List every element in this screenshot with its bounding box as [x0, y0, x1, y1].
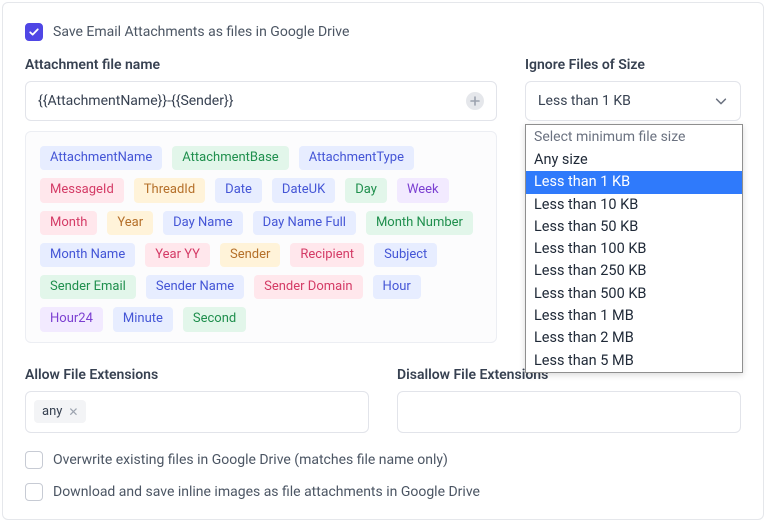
ignore-size-selected: Less than 1 KB — [538, 93, 631, 109]
token-month-number[interactable]: Month Number — [366, 211, 473, 235]
token-hour[interactable]: Hour — [373, 275, 421, 299]
ignore-option[interactable]: Any size — [526, 149, 742, 171]
token-sender[interactable]: Sender — [220, 243, 280, 267]
allow-ext-input[interactable]: any ✕ — [25, 391, 369, 433]
add-token-button[interactable] — [466, 92, 484, 110]
token-attachmentbase[interactable]: AttachmentBase — [172, 146, 288, 170]
ignore-option[interactable]: Less than 1 MB — [526, 305, 742, 327]
token-hour24[interactable]: Hour24 — [40, 307, 103, 331]
inline-images-label: Download and save inline images as file … — [53, 484, 480, 500]
chevron-down-icon — [714, 94, 728, 108]
token-attachmentname[interactable]: AttachmentName — [40, 146, 162, 170]
token-sender-email[interactable]: Sender Email — [40, 275, 136, 299]
token-minute[interactable]: Minute — [113, 307, 173, 331]
token-year[interactable]: Year — [107, 211, 153, 235]
token-day[interactable]: Day — [345, 178, 387, 202]
checkmark-icon — [28, 26, 40, 38]
extensions-row: Allow File Extensions any✕ Disallow File… — [25, 367, 741, 433]
token-date[interactable]: Date — [215, 178, 262, 202]
ignore-option[interactable]: Less than 250 KB — [526, 260, 742, 282]
token-threadid[interactable]: ThreadId — [134, 178, 205, 202]
remove-tag-icon[interactable]: ✕ — [68, 405, 78, 419]
ignore-option[interactable]: Less than 50 KB — [526, 216, 742, 238]
ignore-size-select[interactable]: Less than 1 KB — [525, 81, 741, 121]
token-month[interactable]: Month — [40, 211, 97, 235]
ignore-size-title: Ignore Files of Size — [525, 57, 741, 73]
ignore-size-dropdown: Select minimum file size Any sizeLess th… — [525, 124, 743, 373]
token-attachmenttype[interactable]: AttachmentType — [299, 146, 414, 170]
token-sender-domain[interactable]: Sender Domain — [254, 275, 362, 299]
main-toggle-row: Save Email Attachments as files in Googl… — [25, 23, 741, 41]
overwrite-label: Overwrite existing files in Google Drive… — [53, 452, 448, 468]
token-day-name[interactable]: Day Name — [163, 211, 243, 235]
ignore-size-placeholder: Select minimum file size — [526, 125, 742, 149]
token-sender-name[interactable]: Sender Name — [146, 275, 244, 299]
ignore-option[interactable]: Less than 10 KB — [526, 194, 742, 216]
disallow-ext-input[interactable] — [397, 391, 741, 433]
token-recipient[interactable]: Recipient — [290, 243, 364, 267]
ignore-option[interactable]: Less than 1 KB — [526, 171, 742, 193]
plus-icon — [470, 96, 480, 106]
save-attachments-label: Save Email Attachments as files in Googl… — [53, 24, 349, 40]
ignore-option[interactable]: Less than 500 KB — [526, 283, 742, 305]
token-messageid[interactable]: MessageId — [40, 178, 124, 202]
attachment-name-title: Attachment file name — [25, 57, 497, 73]
allow-ext-tag-label: any — [42, 404, 62, 419]
token-week[interactable]: Week — [397, 178, 449, 202]
ignore-option[interactable]: Less than 100 KB — [526, 238, 742, 260]
token-day-name-full[interactable]: Day Name Full — [253, 211, 356, 235]
allow-ext-tag: any ✕ — [34, 400, 86, 423]
token-dateuk[interactable]: DateUK — [272, 178, 335, 202]
ignore-option[interactable]: Less than 2 MB — [526, 327, 742, 349]
token-second[interactable]: Second — [183, 307, 246, 331]
allow-ext-title: Allow File Extensions — [25, 367, 369, 383]
title-row: Attachment file name Ignore Files of Siz… — [25, 57, 741, 73]
token-palette: AttachmentName AttachmentBase AttachmentTy… — [25, 131, 497, 343]
panel: Save Email Attachments as files in Googl… — [2, 2, 764, 520]
input-row: AttachmentName AttachmentBase AttachmentTy… — [25, 81, 741, 343]
ignore-option[interactable]: Less than 5 MB — [526, 350, 742, 372]
inline-images-checkbox[interactable] — [25, 483, 43, 501]
token-month-name[interactable]: Month Name — [40, 243, 135, 267]
token-year-yy[interactable]: Year YY — [145, 243, 210, 267]
bottom-options: Overwrite existing files in Google Drive… — [25, 451, 741, 501]
attachment-name-input-box — [25, 81, 497, 121]
attachment-name-input[interactable] — [38, 93, 466, 109]
save-attachments-checkbox[interactable] — [25, 23, 43, 41]
overwrite-checkbox[interactable] — [25, 451, 43, 469]
token-subject[interactable]: Subject — [374, 243, 437, 267]
